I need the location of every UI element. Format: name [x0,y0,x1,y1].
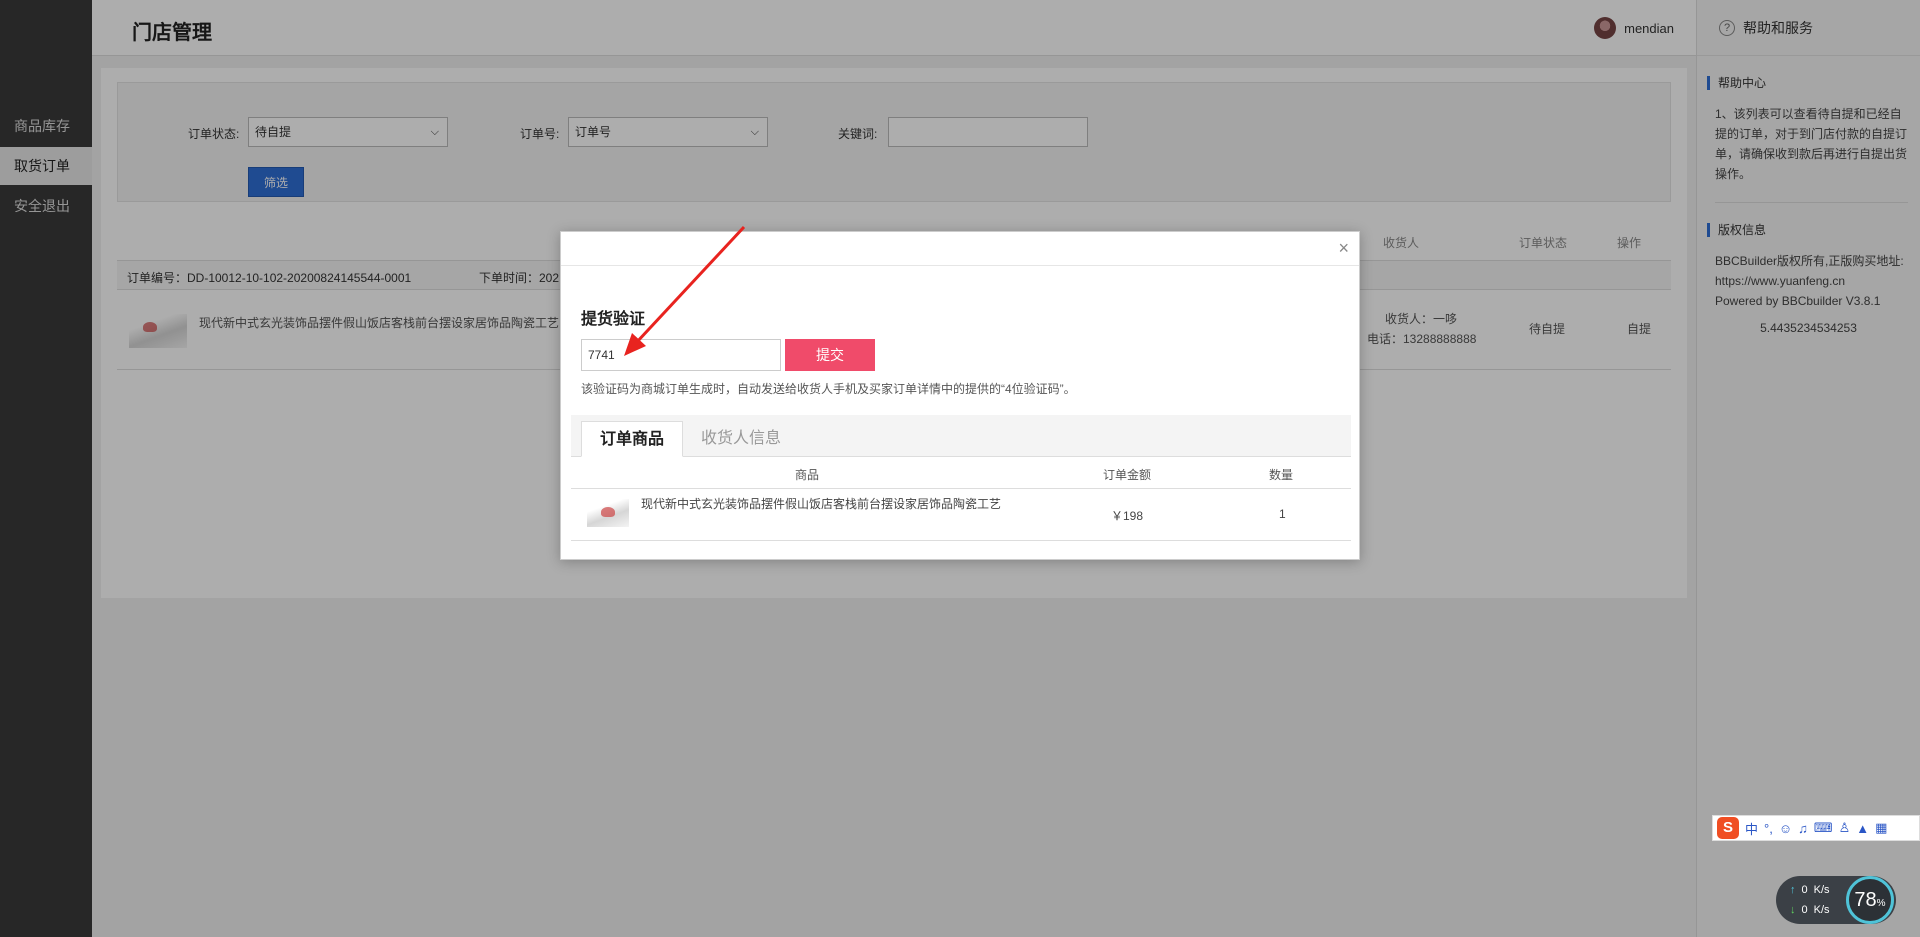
product-quantity: 1 [1279,507,1286,521]
product-amount: ￥198 [1111,509,1144,523]
product-thumbnail [587,499,629,527]
grid-icon[interactable]: ▦ [1875,820,1887,836]
col-amount: 订单金额 [1103,468,1152,482]
ime-punctuation[interactable]: °, [1764,821,1773,836]
ime-toolbar[interactable]: S 中 °, ☺ ♫ ⌨ ♙ ▲ ▦ [1712,815,1920,841]
shirt-icon[interactable]: ▲ [1856,821,1869,836]
sogou-logo-icon: S [1717,817,1739,839]
dialog-table-header: 商品 订单金额 数量 [571,457,1351,489]
verification-code-input[interactable] [581,339,781,371]
table-row: 现代新中式玄光装饰品摆件假山饭店客栈前台摆设家居饰品陶瓷工艺 ￥198 1 [571,489,1351,541]
gauge-percent-unit: % [1876,898,1886,909]
upload-value: 0 [1801,884,1808,896]
microphone-icon[interactable]: ♫ [1798,821,1808,836]
verification-hint: 该验证码为商城订单生成时，自动发送给收货人手机及买家订单详情中的提供的“4位验证… [581,382,1076,396]
upload-speed: ↑ 0 K/s [1790,884,1830,896]
person-icon[interactable]: ♙ [1839,820,1851,836]
emoji-icon[interactable]: ☺ [1779,821,1792,836]
upload-unit: K/s [1813,884,1830,896]
gauge-percent: 78 [1854,889,1877,911]
pickup-verification-dialog: × 提货验证 提交 该验证码为商城订单生成时，自动发送给收货人手机及买家订单详情… [560,231,1360,560]
col-quantity: 数量 [1269,468,1294,482]
memory-gauge: 78% [1846,876,1894,924]
col-product: 商品 [795,468,820,482]
download-value: 0 [1801,904,1808,916]
submit-button[interactable]: 提交 [785,339,875,371]
dialog-tabs: 订单商品 收货人信息 [571,415,1351,457]
tab-receiver-info[interactable]: 收货人信息 [683,421,799,457]
download-unit: K/s [1813,904,1830,916]
tab-order-products[interactable]: 订单商品 [581,421,684,457]
arrow-up-icon: ↑ [1790,884,1796,896]
ime-mode[interactable]: 中 [1745,819,1758,838]
product-name: 现代新中式玄光装饰品摆件假山饭店客栈前台摆设家居饰品陶瓷工艺 [641,497,1002,511]
arrow-down-icon: ↓ [1790,904,1796,916]
dialog-title: 提货验证 [581,311,646,328]
dialog-header: × [561,232,1359,266]
close-icon[interactable]: × [1338,238,1349,259]
network-speed-widget[interactable]: ↑ 0 K/s ↓ 0 K/s 78% [1776,876,1896,924]
download-speed: ↓ 0 K/s [1790,904,1830,916]
keyboard-icon[interactable]: ⌨ [1814,820,1833,836]
